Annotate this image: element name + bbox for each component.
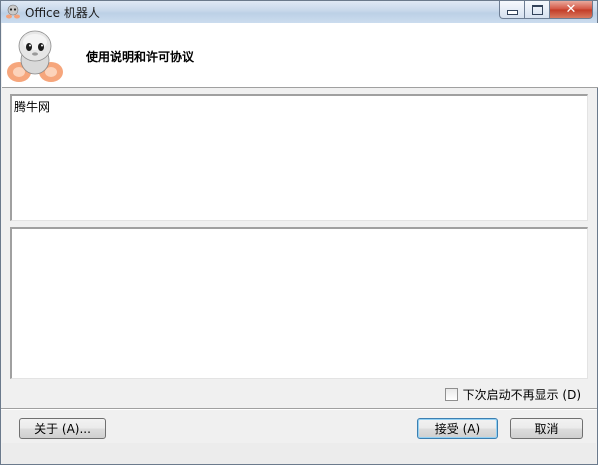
status-strip: [2, 443, 596, 464]
robot-mascot-icon: [7, 30, 63, 82]
dont-show-again-checkbox[interactable]: [444, 388, 458, 401]
minimize-icon: [506, 10, 518, 15]
robot-app-icon: [6, 4, 20, 19]
window-title: Office 机器人: [25, 6, 100, 20]
dont-show-again-option[interactable]: 下次启动不再显示 (D): [444, 386, 581, 403]
about-button[interactable]: 关于 (A)...: [19, 418, 106, 439]
title-bar[interactable]: Office 机器人 ✕: [1, 1, 597, 23]
maximize-icon: [531, 4, 543, 15]
accept-button[interactable]: 接受 (A): [417, 418, 498, 439]
minimize-button[interactable]: [499, 1, 525, 19]
dialog-window: Office 机器人 ✕ 使用说明和许可协议 腾牛网 下次启动不再显示 (D) …: [0, 0, 598, 465]
license-text-area[interactable]: [10, 227, 588, 379]
cancel-button[interactable]: 取消: [510, 418, 583, 439]
footer-separator: [1, 408, 597, 410]
description-text-area[interactable]: 腾牛网: [10, 94, 588, 221]
window-controls: ✕: [499, 1, 593, 21]
close-button[interactable]: ✕: [550, 1, 593, 19]
dialog-header: 使用说明和许可协议: [2, 23, 598, 88]
description-text: 腾牛网: [14, 100, 51, 114]
maximize-button[interactable]: [525, 1, 550, 19]
close-icon: ✕: [565, 2, 577, 17]
dont-show-again-label[interactable]: 下次启动不再显示 (D): [463, 386, 581, 403]
header-title: 使用说明和许可协议: [86, 50, 195, 64]
